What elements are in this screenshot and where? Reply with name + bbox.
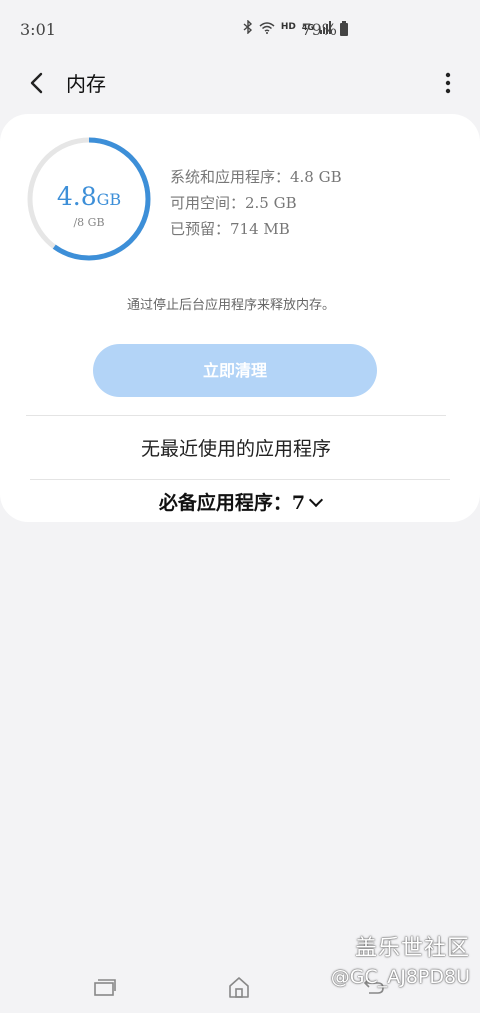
wifi-icon <box>259 21 275 34</box>
memory-used: 4.8GB <box>26 182 152 211</box>
bluetooth-icon <box>243 20 252 34</box>
divider <box>26 415 446 416</box>
memory-stats: 系统和应用程序：4.8 GB 可用空间：2.5 GB 已预留：714 MB <box>170 164 342 242</box>
memory-used-value: 4.8 <box>56 182 97 211</box>
memory-card: 4.8GB /8 GB 系统和应用程序：4.8 GB 可用空间：2.5 GB 已… <box>0 114 480 522</box>
divider <box>30 479 450 480</box>
header: 内存 <box>0 58 480 108</box>
recents-button[interactable] <box>92 974 118 1000</box>
page-title: 内存 <box>66 72 106 96</box>
back-button[interactable] <box>22 68 52 98</box>
watermark-community: 盖乐世社区 <box>354 936 470 961</box>
battery-indicator: 79% <box>301 20 348 39</box>
recents-icon <box>94 979 116 996</box>
clean-now-button[interactable]: 立即清理 <box>93 344 377 397</box>
stat-system-apps: 系统和应用程序：4.8 GB <box>170 168 342 186</box>
memory-used-unit: GB <box>96 190 122 209</box>
watermark-user: @GC_AJ8PD8U <box>330 966 470 988</box>
essential-apps-label: 必备应用程序：7 <box>158 492 306 514</box>
watermark: 盖乐世社区 @GC_AJ8PD8U <box>331 930 470 988</box>
home-icon <box>229 977 249 998</box>
status-time: 3:01 <box>20 20 56 39</box>
stat-free-space: 可用空间：2.5 GB <box>170 194 297 212</box>
memory-total: /8 GB <box>73 216 105 229</box>
status-bar: 3:01 HD 4G 79% <box>0 0 480 58</box>
battery-percent: 79% <box>301 20 337 39</box>
home-button[interactable] <box>226 974 252 1000</box>
more-options-button[interactable] <box>438 68 458 98</box>
memory-gauge: 4.8GB /8 GB <box>26 136 152 262</box>
chevron-down-icon <box>309 492 324 508</box>
battery-icon <box>340 21 348 36</box>
hint-text: 通过停止后台应用程序来释放内存。 <box>126 298 335 313</box>
hd-indicator: HD <box>280 22 296 32</box>
more-vertical-icon <box>445 72 451 94</box>
stat-reserved: 已预留：714 MB <box>170 220 290 238</box>
no-recent-apps-text: 无最近使用的应用程序 <box>140 438 331 460</box>
essential-apps-toggle[interactable]: 必备应用程序：7 <box>0 488 480 515</box>
chevron-left-icon <box>30 72 43 94</box>
